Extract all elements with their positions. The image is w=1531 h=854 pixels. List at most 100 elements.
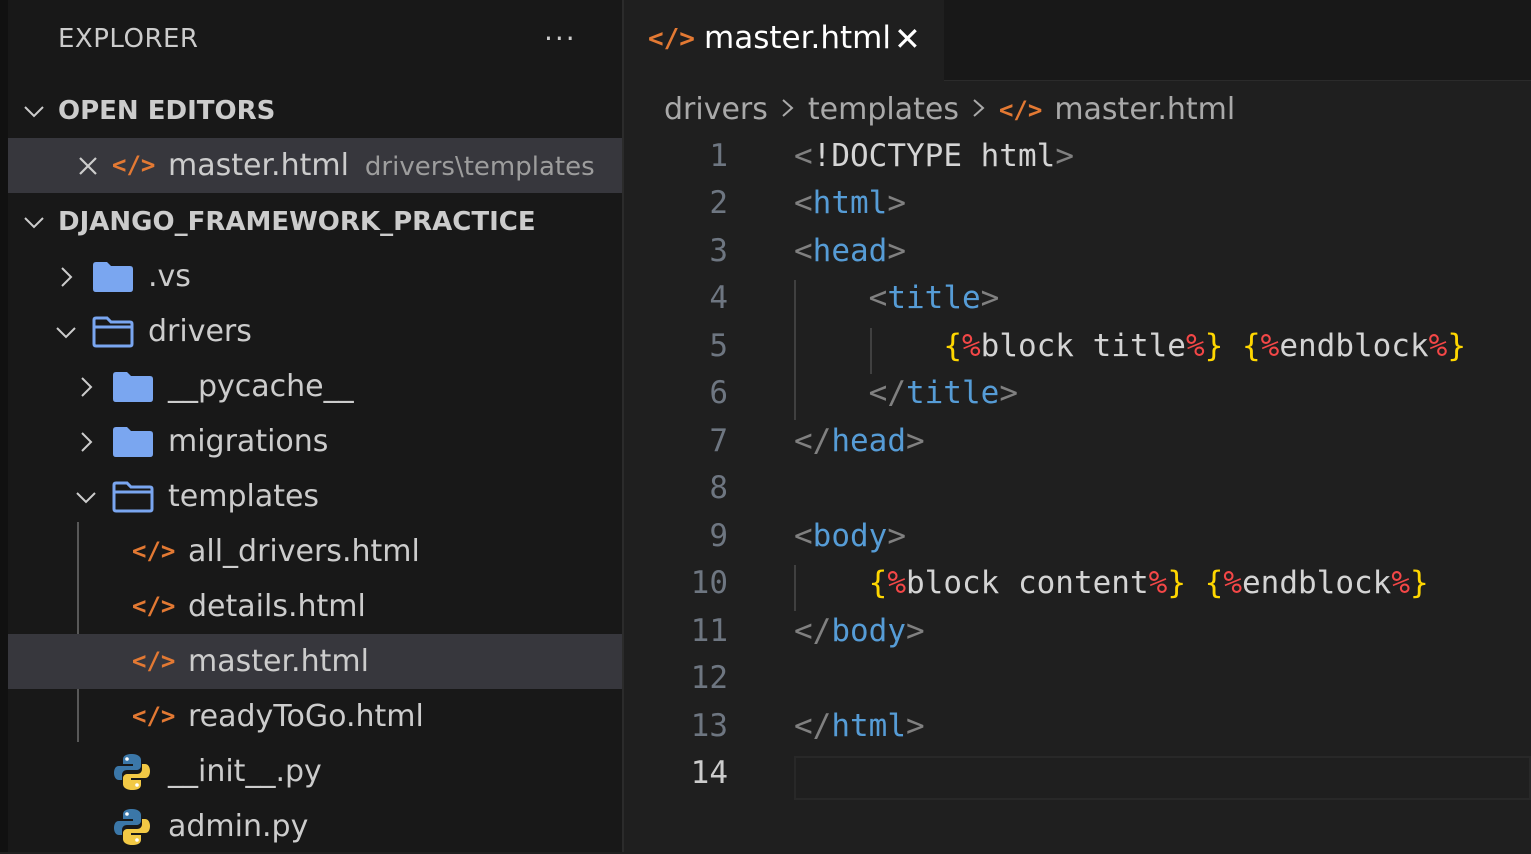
- code-line[interactable]: 11 </body>: [624, 613, 1531, 660]
- tree-item-label: admin.py: [168, 809, 309, 844]
- line-number: 2: [709, 185, 728, 221]
- folder-icon: [112, 371, 154, 403]
- code-text: <body>: [794, 518, 906, 554]
- breadcrumb-item[interactable]: master.html: [1054, 92, 1235, 127]
- breadcrumb-item[interactable]: drivers: [664, 92, 768, 127]
- tree-item-master-html[interactable]: </> master.html: [8, 634, 622, 689]
- python-file-icon: [112, 807, 152, 847]
- html-file-icon: </>: [998, 95, 1043, 124]
- html-file-icon: </>: [648, 24, 695, 54]
- tree-item-migrations[interactable]: migrations: [8, 414, 622, 469]
- open-editors-section-header[interactable]: OPEN EDITORS: [8, 83, 622, 138]
- open-editor-filename: master.html: [168, 148, 349, 183]
- code-line[interactable]: 9 <body>: [624, 518, 1531, 565]
- code-line[interactable]: 12: [624, 660, 1531, 707]
- html-file-icon: </>: [132, 647, 176, 675]
- html-file-icon: </>: [132, 592, 176, 620]
- code-text: </body>: [794, 613, 925, 649]
- tab-master-html[interactable]: </> master.html ✕: [624, 0, 944, 81]
- tree-item-label: details.html: [188, 589, 366, 624]
- code-line[interactable]: 8: [624, 470, 1531, 517]
- code-text: <head>: [794, 233, 906, 269]
- line-number: 7: [709, 423, 728, 459]
- tree-item-details-html[interactable]: </> details.html: [8, 579, 622, 634]
- folder-open-icon: [92, 316, 134, 348]
- line-number: 12: [690, 660, 728, 696]
- open-editors-label: OPEN EDITORS: [58, 95, 276, 126]
- code-line[interactable]: 10 {%block content%} {%endblock%}: [624, 565, 1531, 612]
- breadcrumb: drivers templates </> master.html: [664, 92, 1235, 127]
- html-file-icon: </>: [132, 702, 176, 730]
- chevron-right-icon: [971, 92, 987, 127]
- tree-item-label: templates: [168, 479, 320, 514]
- line-number: 6: [709, 375, 728, 411]
- line-number: 3: [709, 233, 728, 269]
- code-text: {%block content%} {%endblock%}: [868, 565, 1429, 601]
- code-line[interactable]: 3 <head>: [624, 233, 1531, 280]
- code-line[interactable]: 6 </title>: [624, 375, 1531, 422]
- line-number: 5: [709, 328, 728, 364]
- chevron-down-icon: [20, 208, 48, 236]
- line-number: 1: [709, 138, 728, 174]
- chevron-down-icon: [72, 483, 100, 511]
- project-name-label: DJANGO_FRAMEWORK_PRACTICE: [58, 206, 536, 237]
- code-text: <title>: [868, 280, 1000, 316]
- tree-item-all-drivers-html[interactable]: </> all_drivers.html: [8, 524, 622, 579]
- chevron-right-icon: [52, 263, 80, 291]
- code-text: </head>: [794, 423, 925, 459]
- tree-item-label: all_drivers.html: [188, 534, 420, 569]
- code-text: <!DOCTYPE html>: [794, 138, 1074, 174]
- tree-item-templates[interactable]: templates: [8, 469, 622, 524]
- html-file-icon: </>: [112, 151, 156, 179]
- line-number: 8: [709, 470, 728, 506]
- code-line[interactable]: 4 <title>: [624, 280, 1531, 327]
- close-icon[interactable]: ✕: [894, 20, 921, 58]
- chevron-right-icon: [72, 428, 100, 456]
- code-line[interactable]: 2 <html>: [624, 185, 1531, 232]
- open-editor-path: drivers\templates: [364, 152, 595, 182]
- tree-item-init-py[interactable]: __init__.py: [8, 744, 622, 799]
- tree-item-label: __pycache__: [168, 369, 354, 404]
- line-number: 11: [690, 613, 728, 649]
- line-number-active: 14: [690, 755, 728, 791]
- code-line[interactable]: 1 <!DOCTYPE html>: [624, 138, 1531, 185]
- tree-item-drivers[interactable]: drivers: [8, 304, 622, 359]
- code-editor[interactable]: 1 <!DOCTYPE html> 2 <html> 3 <head> 4 <t…: [624, 138, 1531, 852]
- code-line[interactable]: 13 </html>: [624, 708, 1531, 755]
- tree-item-label: .vs: [148, 259, 191, 294]
- project-section-header[interactable]: DJANGO_FRAMEWORK_PRACTICE: [8, 194, 622, 249]
- line-number: 13: [690, 708, 728, 744]
- chevron-down-icon: [20, 97, 48, 125]
- tab-label: master.html: [704, 20, 891, 56]
- more-actions-button[interactable]: ···: [544, 22, 577, 55]
- folder-open-icon: [112, 481, 154, 513]
- activity-bar-edge: [0, 0, 8, 852]
- chevron-down-icon: [52, 318, 80, 346]
- tree-item-pycache[interactable]: __pycache__: [8, 359, 622, 414]
- code-line[interactable]: 7 </head>: [624, 423, 1531, 470]
- tree-item-label: migrations: [168, 424, 329, 459]
- line-number: 10: [690, 565, 728, 601]
- code-text: <html>: [794, 185, 906, 221]
- tree-item-label: master.html: [188, 644, 369, 679]
- code-text: {%block title%} {%endblock%}: [943, 328, 1466, 364]
- code-line-active[interactable]: 14: [624, 755, 1531, 802]
- python-file-icon: [112, 752, 152, 792]
- tree-item-label: drivers: [148, 314, 252, 349]
- code-text: </title>: [868, 375, 1018, 411]
- tree-item-readytogo-html[interactable]: </> readyToGo.html: [8, 689, 622, 744]
- code-text: </html>: [794, 708, 925, 744]
- line-number: 4: [709, 280, 728, 316]
- tree-item-vs[interactable]: .vs: [8, 249, 622, 304]
- html-file-icon: </>: [132, 537, 176, 565]
- close-icon[interactable]: [74, 152, 102, 180]
- breadcrumb-item[interactable]: templates: [808, 92, 959, 127]
- chevron-right-icon: [780, 92, 796, 127]
- tree-item-admin-py[interactable]: admin.py: [8, 799, 622, 854]
- line-number: 9: [709, 518, 728, 554]
- code-line[interactable]: 5 {%block title%} {%endblock%}: [624, 328, 1531, 375]
- open-editor-item[interactable]: </> master.html drivers\templates: [8, 138, 622, 193]
- chevron-right-icon: [72, 373, 100, 401]
- folder-icon: [112, 426, 154, 458]
- tree-item-label: __init__.py: [168, 754, 322, 789]
